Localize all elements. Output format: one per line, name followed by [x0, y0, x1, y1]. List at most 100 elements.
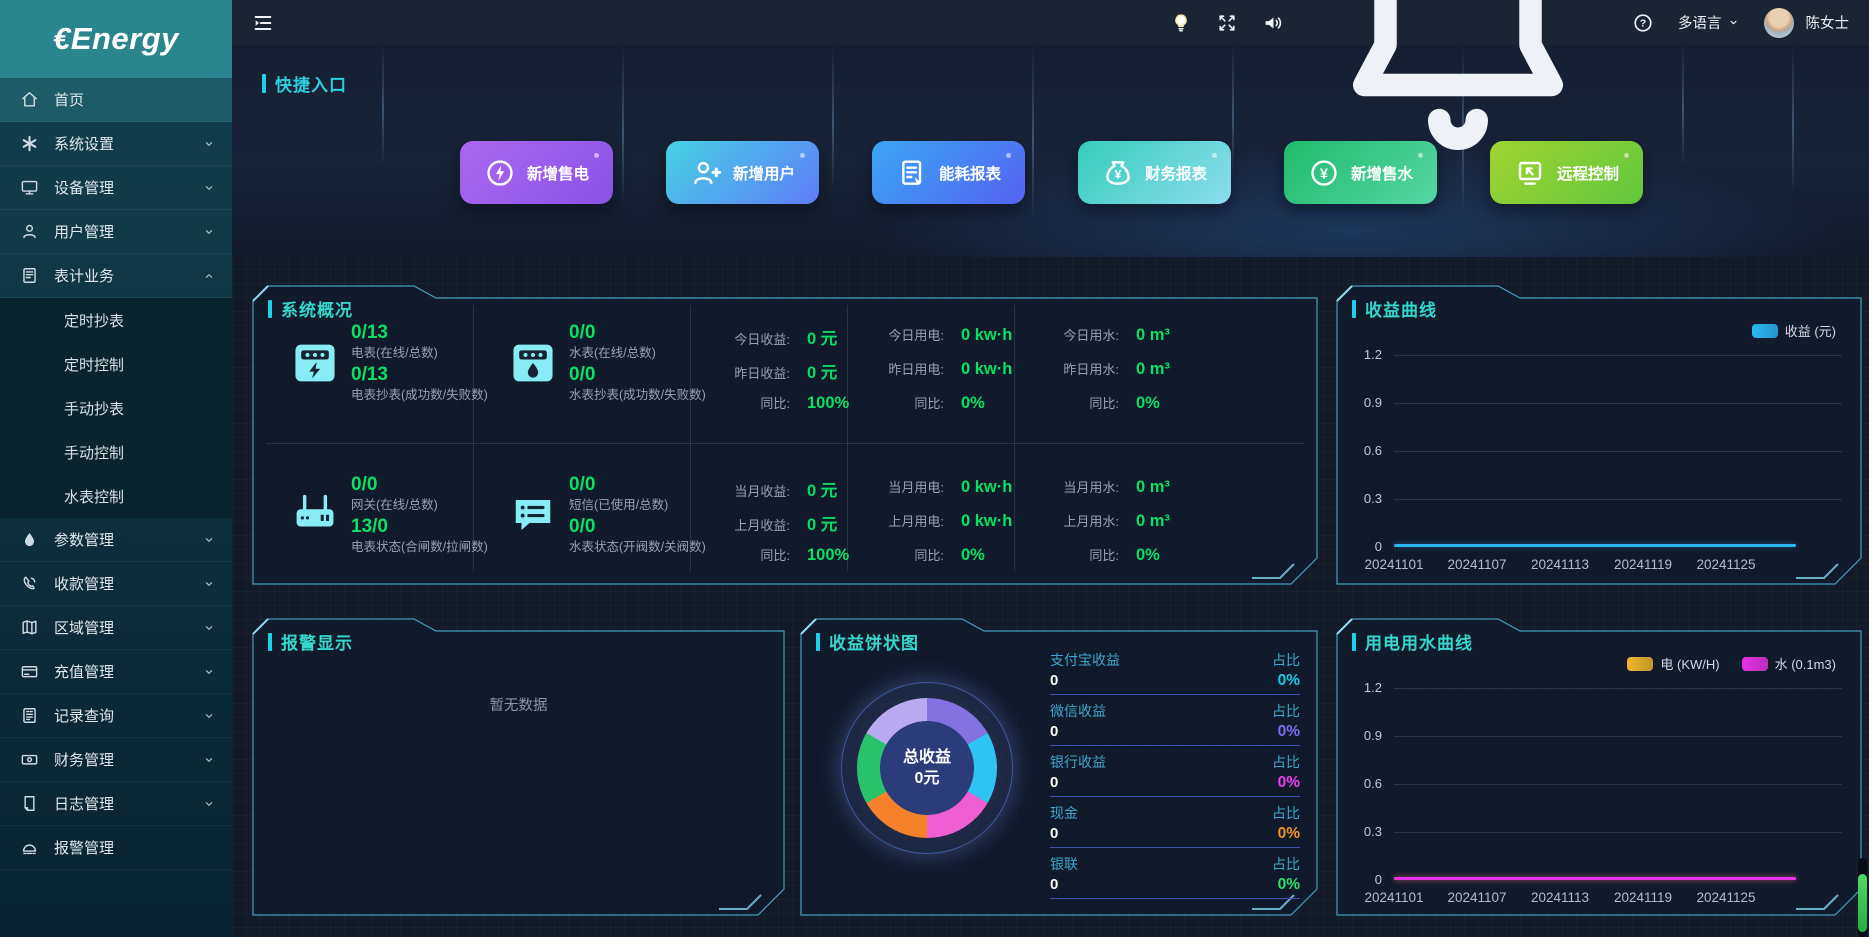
pie-row-percent: 0% — [1278, 670, 1300, 691]
stat-row-label: 今日用水: — [1027, 325, 1119, 344]
y-tick-label: 0.6 — [1336, 776, 1382, 791]
pie-row-ratio-label: 占比 — [1272, 702, 1300, 721]
language-label: 多语言 — [1678, 12, 1722, 33]
quick-button-新增用户[interactable]: 新增用户 — [666, 141, 819, 204]
sidebar-subitem-手动抄表[interactable]: 手动抄表 — [0, 386, 232, 430]
pie-row-divider — [1050, 796, 1300, 797]
chevron-down-icon — [1727, 16, 1740, 29]
fullscreen-icon[interactable] — [1216, 12, 1238, 34]
stat-label: 水表状态(开阀数/关阀数) — [569, 538, 706, 557]
stat-row-label: 同比: — [1027, 545, 1119, 564]
sidebar-item-系统设置[interactable]: 系统设置 — [0, 122, 232, 166]
stat-row-label: 同比: — [852, 393, 944, 412]
sidebar-item-label: 收款管理 — [54, 573, 114, 594]
legend-item-水 (0.1m3)[interactable]: 水 (0.1m3) — [1742, 654, 1836, 673]
sidebar-item-报警管理[interactable]: 报警管理 — [0, 826, 232, 870]
sidebar-item-首页[interactable]: 首页 — [0, 78, 232, 122]
lightbulb-icon[interactable] — [1170, 12, 1192, 34]
stat-row-label: 昨日用水: — [1027, 359, 1119, 378]
pie-row-name: 银联 — [1050, 855, 1078, 874]
legend-item-电 (KW/H)[interactable]: 电 (KW/H) — [1627, 654, 1719, 673]
notifications[interactable]: 0 — [1308, 0, 1608, 175]
sidebar-item-label: 财务管理 — [54, 749, 114, 770]
sidebar-item-充值管理[interactable]: 充值管理 — [0, 650, 232, 694]
pie-legend-row-支付宝收益: 支付宝收益占比00% — [1050, 651, 1300, 695]
x-tick-label: 20241101 — [1364, 557, 1423, 572]
language-selector[interactable]: 多语言 — [1678, 12, 1740, 33]
y-gridline — [1394, 499, 1842, 500]
legend-label: 收益 (元) — [1785, 321, 1836, 340]
stat-label: 水表抄表(成功数/失败数) — [569, 386, 706, 405]
light-streak — [622, 45, 624, 205]
y-tick-label: 0.9 — [1336, 728, 1382, 743]
stat-row-value: 100% — [807, 546, 849, 565]
stat-row-label: 今日收益: — [698, 329, 790, 348]
overview-stat-row: 昨日用水:0 m³ — [1027, 359, 1170, 379]
quick-button-label: 能耗报表 — [939, 162, 1001, 184]
chevron-down-icon — [202, 621, 216, 635]
chevron-down-icon — [202, 577, 216, 591]
chevron-down-icon — [202, 225, 216, 239]
sidebar-item-label: 首页 — [54, 89, 84, 110]
overview-stat-row: 同比:0% — [852, 393, 985, 413]
title-accent-bar — [268, 300, 272, 318]
overview-stat-row: 昨日收益:0 元 — [698, 359, 837, 383]
stat-row-label: 上月用水: — [1027, 511, 1119, 530]
column-divider — [1014, 305, 1015, 571]
stat-row-value: 0 元 — [807, 325, 837, 349]
chevron-down-icon — [202, 797, 216, 811]
sidebar-subitem-定时控制[interactable]: 定时控制 — [0, 342, 232, 386]
stat-row-value: 0 kw·h — [961, 478, 1012, 497]
collapse-menu-icon[interactable] — [252, 12, 274, 34]
bell-icon[interactable] — [1308, 157, 1608, 174]
sidebar-item-设备管理[interactable]: 设备管理 — [0, 166, 232, 210]
sidebar-subitem-定时抄表[interactable]: 定时抄表 — [0, 298, 232, 342]
speaker-icon[interactable] — [1262, 12, 1284, 34]
scrollbar-thumb[interactable] — [1858, 874, 1867, 932]
avatar[interactable] — [1764, 8, 1794, 38]
sidebar-item-财务管理[interactable]: 财务管理 — [0, 738, 232, 782]
stat-row-label: 上月用电: — [852, 511, 944, 530]
pie-row-value: 0 — [1050, 874, 1058, 895]
pie-row-name: 银行收益 — [1050, 753, 1106, 772]
legend-item-收益 (元)[interactable]: 收益 (元) — [1752, 321, 1836, 340]
monitor-icon — [20, 178, 39, 197]
sidebar-subitem-手动控制[interactable]: 手动控制 — [0, 430, 232, 474]
sidebar-item-用户管理[interactable]: 用户管理 — [0, 210, 232, 254]
overview-stat-row: 今日用水:0 m³ — [1027, 325, 1170, 345]
sidebar-item-label: 日志管理 — [54, 793, 114, 814]
quick-button-新增售电[interactable]: 新增售电 — [460, 141, 613, 204]
title-accent-bar — [1352, 300, 1356, 318]
quick-button-能耗报表[interactable]: 能耗报表 — [872, 141, 1025, 204]
sidebar-item-收款管理[interactable]: 收款管理 — [0, 562, 232, 606]
stat-row-value: 0 元 — [807, 359, 837, 383]
sidebar-subitem-水表控制[interactable]: 水表控制 — [0, 474, 232, 518]
y-tick-label: 0.3 — [1336, 491, 1382, 506]
stat-row-value: 0 元 — [807, 477, 837, 501]
y-gridline — [1394, 451, 1842, 452]
overview-stat-row: 当月用电:0 kw·h — [852, 477, 1012, 497]
sms-icon — [510, 492, 556, 538]
app-logo[interactable]: €Energy — [0, 0, 232, 78]
title-accent-bar — [268, 633, 272, 651]
sidebar-item-记录查询[interactable]: 记录查询 — [0, 694, 232, 738]
pie-row-divider — [1050, 898, 1300, 899]
sidebar-item-label: 报警管理 — [54, 837, 114, 858]
stat-row-label: 上月收益: — [698, 515, 790, 534]
help-icon[interactable]: ? — [1632, 12, 1654, 34]
sidebar-item-label: 区域管理 — [54, 617, 114, 638]
title-accent-bar — [1352, 633, 1356, 651]
user-plus-icon — [690, 157, 722, 189]
gateway-icon — [292, 492, 338, 538]
overview-card: 0/0水表(在线/总数)0/0水表抄表(成功数/失败数) — [510, 321, 706, 405]
sidebar-item-表计业务[interactable]: 表计业务 — [0, 254, 232, 298]
sidebar: €Energy 首页系统设置设备管理用户管理表计业务定时抄表定时控制手动抄表手动… — [0, 0, 232, 937]
overview-card: 0/0短信(已使用/总数)0/0水表状态(开阀数/关阀数) — [510, 473, 706, 557]
x-tick-label: 20241113 — [1531, 557, 1589, 572]
overview-card: 0/13电表(在线/总数)0/13电表抄表(成功数/失败数) — [292, 321, 488, 405]
legend-swatch — [1752, 324, 1778, 338]
sidebar-item-参数管理[interactable]: 参数管理 — [0, 518, 232, 562]
chevron-down-icon — [202, 181, 216, 195]
sidebar-item-区域管理[interactable]: 区域管理 — [0, 606, 232, 650]
sidebar-item-日志管理[interactable]: 日志管理 — [0, 782, 232, 826]
